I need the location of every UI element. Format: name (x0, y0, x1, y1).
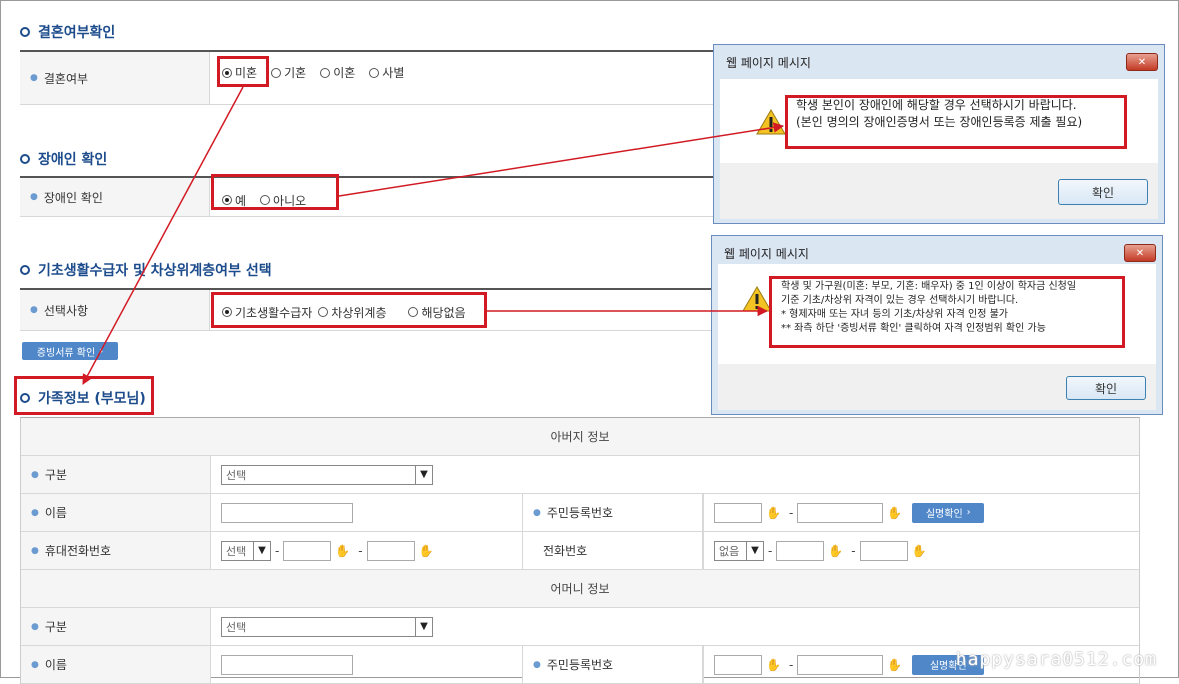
arrow-to-dialog1 (338, 122, 785, 197)
arrow-to-family (82, 86, 244, 385)
watermark-text: happysara0512.com (955, 649, 1157, 670)
annotation-arrows (82, 86, 785, 385)
